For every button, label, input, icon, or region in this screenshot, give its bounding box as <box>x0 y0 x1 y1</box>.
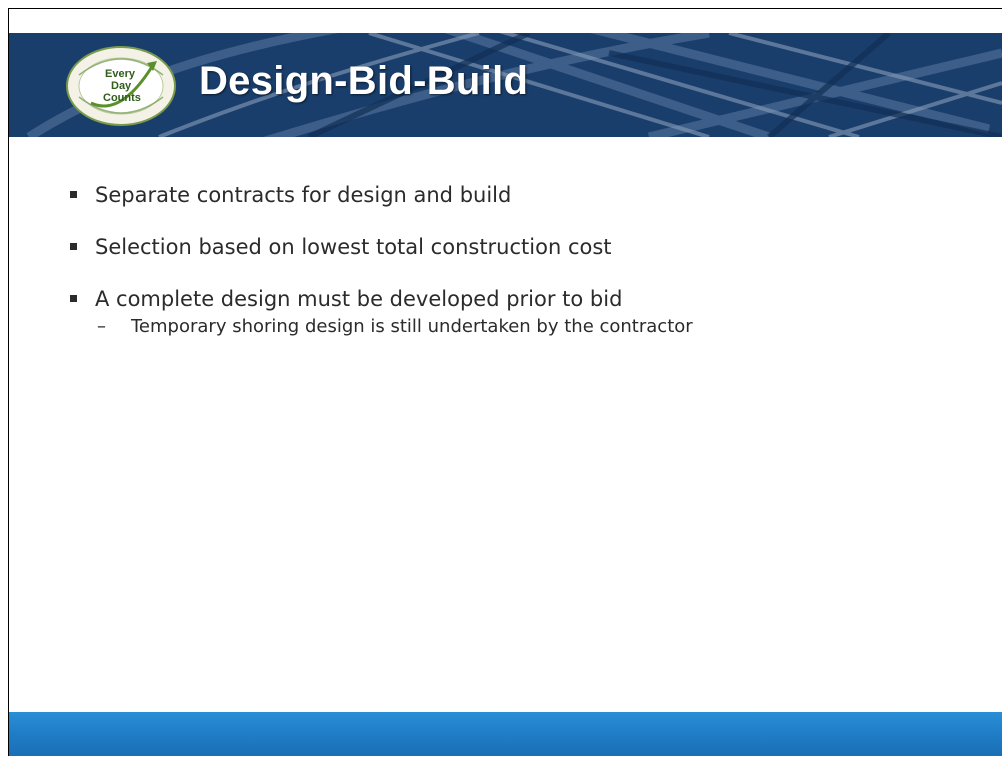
bullet-text: Selection based on lowest total construc… <box>95 235 612 259</box>
slide-title: Design-Bid-Build <box>199 59 529 103</box>
slide-footer-bar <box>9 712 1002 756</box>
square-bullet-icon <box>70 243 77 250</box>
sub-bullet-text: Temporary shoring design is still undert… <box>131 316 693 337</box>
bullet-item: Separate contracts for design and build <box>69 181 949 209</box>
dash-bullet-icon: – <box>97 316 106 337</box>
square-bullet-icon <box>70 191 77 198</box>
bullet-list: Separate contracts for design and build … <box>69 181 949 363</box>
bullet-text: A complete design must be developed prio… <box>95 287 623 311</box>
logo-text-day: Day <box>111 80 132 92</box>
bullet-item: Selection based on lowest total construc… <box>69 233 949 261</box>
bullet-item: A complete design must be developed prio… <box>69 285 949 339</box>
slide: Every Day Counts Design-Bid-Build Separa… <box>8 8 1002 756</box>
every-day-counts-logo-icon: Every Day Counts <box>66 46 176 126</box>
slide-header-banner: Every Day Counts Design-Bid-Build <box>9 33 1002 137</box>
logo-text-every: Every <box>105 68 136 80</box>
logo-text-counts: Counts <box>103 92 141 104</box>
sub-bullet-item: – Temporary shoring design is still unde… <box>97 315 949 339</box>
square-bullet-icon <box>70 295 77 302</box>
bullet-text: Separate contracts for design and build <box>95 183 512 207</box>
